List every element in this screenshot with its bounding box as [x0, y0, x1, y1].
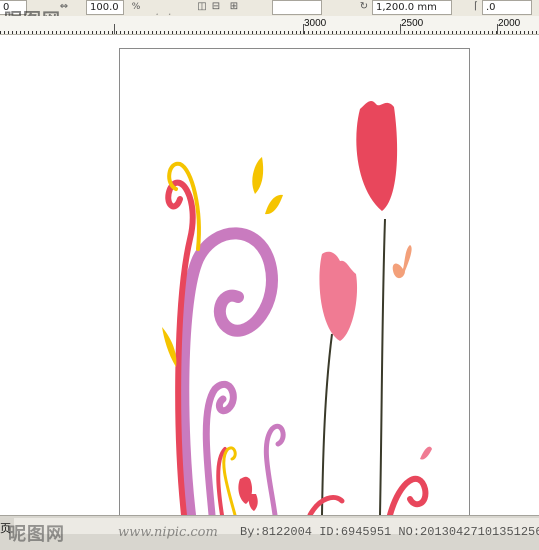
ruler-minor-ticks [0, 31, 539, 34]
yellow-leaf [265, 194, 283, 215]
purple-curl-right [263, 423, 286, 515]
pink-swirl-bottom [387, 475, 429, 515]
position-field[interactable] [272, 0, 322, 15]
watermark-logo: 昵图网 [8, 524, 65, 545]
purple-swirl-large [177, 227, 278, 515]
flower-artwork[interactable] [120, 49, 469, 515]
tulip-stem-short [321, 333, 333, 515]
yellow-leaf [252, 157, 264, 194]
yellow-curl [222, 446, 237, 515]
butterfly [392, 245, 412, 279]
ruler-label: 2000 [498, 18, 521, 29]
watermark-url: www.nipic.com [118, 525, 218, 540]
rotate-icon[interactable]: ↻ [358, 1, 370, 13]
pink-swirl-bottom [307, 495, 345, 515]
yellow-leaf [162, 327, 177, 367]
document-page[interactable] [119, 48, 470, 516]
mirror-vertical-icon[interactable]: ⊟ [210, 1, 222, 13]
drawing-canvas[interactable] [0, 35, 539, 516]
status-bar: 页 昵图网 www.nipic.com By:8122004 ID:694595… [0, 515, 539, 550]
pink-tulip [319, 251, 358, 341]
align-icon[interactable]: ⊞ [228, 1, 240, 13]
ruler-label: 2500 [401, 18, 424, 29]
property-toolbar: 0 mm ⇔ 100.0 % ◫ ⊟ ⊞ ↻ 1,200.0 mm ⌈ .0 昵… [0, 0, 539, 31]
ruler-major-tick [114, 24, 115, 34]
watermark-id: By:8122004 ID:6945951 NO:201304271013512… [240, 525, 539, 539]
pink-petal [420, 446, 432, 460]
angle-field[interactable]: .0 [482, 0, 532, 15]
red-tulip [356, 101, 398, 211]
small-tulip [248, 494, 258, 511]
size-field[interactable]: 1,200.0 mm [372, 0, 452, 15]
ruler-label: 3000 [304, 18, 327, 29]
tulip-stem-tall [379, 218, 386, 515]
outline-width-icon[interactable]: ⌈ [470, 1, 482, 13]
horizontal-ruler[interactable]: 3000 2500 2000 [0, 16, 539, 35]
